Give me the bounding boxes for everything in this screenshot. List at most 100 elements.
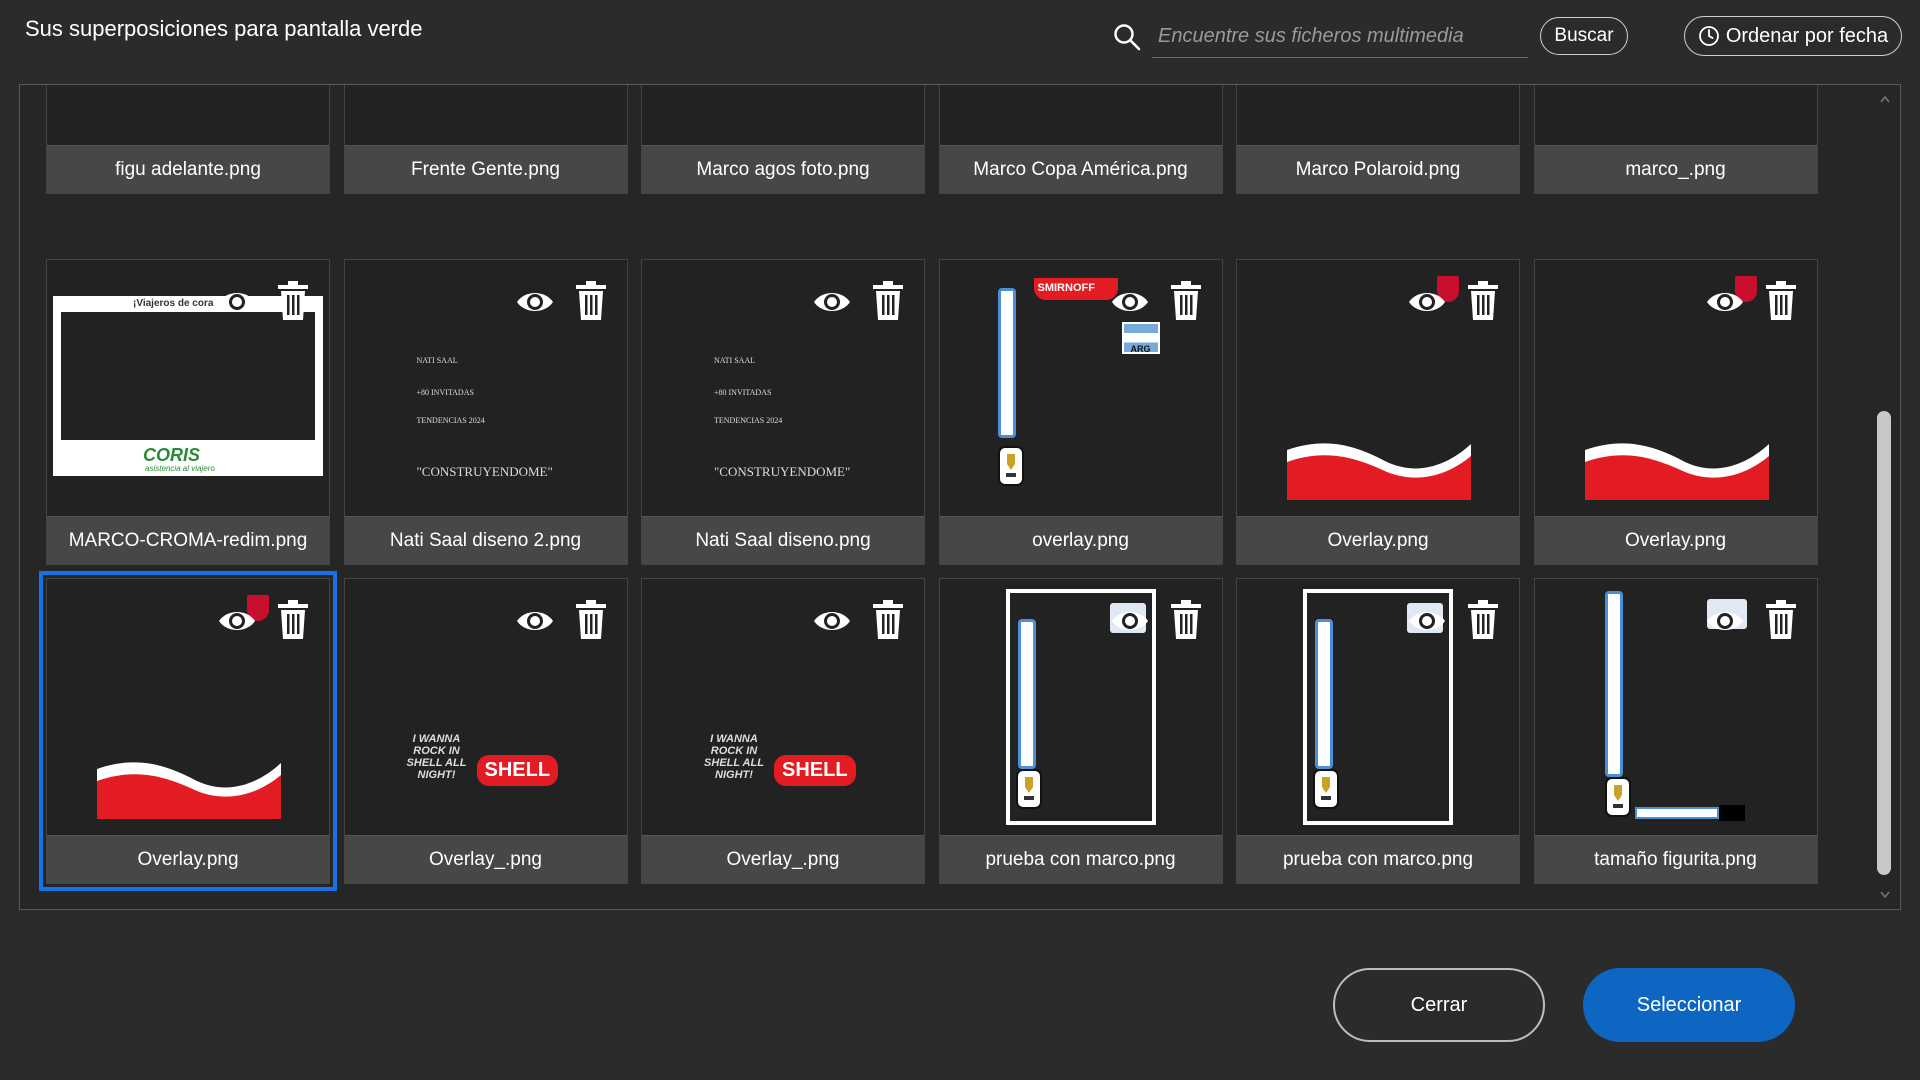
overlay-file-name: Overlay_.png <box>344 835 627 883</box>
overlay-thumbnail[interactable] <box>1237 260 1519 516</box>
delete-trash-icon[interactable] <box>870 280 906 322</box>
preview-eye-icon[interactable] <box>217 282 257 322</box>
overlay-thumbnail[interactable]: I WANNA ROCK IN SHELL ALL NIGHT! SHELL <box>642 579 924 835</box>
delete-trash-icon[interactable] <box>1465 280 1501 322</box>
smirnoff-banner: SMIRNOFF <box>1033 278 1118 300</box>
overlay-card[interactable]: prueba con marco.png <box>938 578 1223 884</box>
preview-eye-icon[interactable] <box>1705 601 1745 641</box>
preview-eye-icon[interactable] <box>812 601 852 641</box>
overlay-gallery[interactable]: figu adelante.png ¡CONOCÉ A LAS CELEBRIDA… <box>19 84 1901 910</box>
overlay-card[interactable]: AGOSTINA GUIRAO Marco agos foto.png <box>641 85 925 194</box>
overlay-card[interactable]: ¡Viajeros de cora CORIS asistencia al viaj… <box>46 259 330 565</box>
fifa-trophy-badge <box>997 446 1024 486</box>
overlay-thumbnail[interactable]: AGOSTINA GUIRAO <box>642 85 924 145</box>
search-field[interactable] <box>1152 16 1528 58</box>
overlay-file-name: Frente Gente.png <box>344 145 627 193</box>
overlay-thumbnail[interactable]: .monks.monks <box>1237 85 1519 145</box>
overlay-file-name: Nati Saal diseno 2.png <box>344 516 627 564</box>
overlay-thumbnail[interactable]: NATI SAAL +80 INVITADAS TENDENCIAS 2024 "CO… <box>344 260 627 516</box>
select-button[interactable]: Seleccionar <box>1583 968 1795 1042</box>
preview-eye-icon[interactable] <box>1110 282 1150 322</box>
delete-trash-icon[interactable] <box>1168 599 1204 641</box>
fifa-trophy-badge <box>1604 777 1631 817</box>
overlay-thumbnail[interactable]: ¡Viajeros de cora CORIS asistencia al viaj… <box>47 260 329 516</box>
overlay-file-name: tamaño figurita.png <box>1534 835 1817 883</box>
overlay-thumbnail[interactable] <box>939 579 1222 835</box>
fifa-trophy-badge <box>1313 769 1339 809</box>
overlay-card[interactable]: SMIRNOFF ARG overlay.png <box>938 259 1223 565</box>
overlay-card[interactable]: I WANNA ROCK IN SHELL ALL NIGHT! SHELL Ov… <box>343 578 628 884</box>
event-text: TENDENCIAS 2024 <box>416 416 485 425</box>
overlay-file-name: Overlay.png <box>1534 516 1817 564</box>
overlay-thumbnail[interactable]: SMIRNOFF ARG <box>939 260 1222 516</box>
shell-logo: SHELL <box>774 755 856 786</box>
delete-trash-icon[interactable] <box>1168 280 1204 322</box>
sort-button-label: Ordenar por fecha <box>1725 24 1889 47</box>
overlay-file-name: Marco Polaroid.png <box>1237 145 1519 193</box>
overlay-card[interactable]: Marco Copa América.png <box>938 85 1223 194</box>
delete-trash-icon[interactable] <box>1465 599 1501 641</box>
overlay-card[interactable]: NATI SAAL +80 INVITADAS TENDENCIAS 2024 "CO… <box>641 259 925 565</box>
arg-flag-badge: ARG <box>1121 322 1160 354</box>
overlay-card[interactable]: prueba con marco.png <box>1236 578 1520 884</box>
overlay-thumbnail[interactable] <box>1237 579 1519 835</box>
overlay-card[interactable]: figu adelante.png <box>46 85 330 194</box>
delete-trash-icon[interactable] <box>275 599 311 641</box>
scroll-up-arrow-icon[interactable] <box>1880 95 1890 103</box>
delete-trash-icon[interactable] <box>573 280 609 322</box>
preview-eye-icon[interactable] <box>1407 282 1447 322</box>
search-icon[interactable] <box>1112 22 1142 52</box>
overlay-card[interactable]: ¡CONOCÉ A LAS CELEBRIDADES VANEDUC 2024!… <box>343 85 628 194</box>
preview-eye-icon[interactable] <box>515 601 555 641</box>
coca-cola-wave <box>1584 443 1769 500</box>
overlay-card[interactable]: CORIS marco_.png <box>1533 85 1818 194</box>
preview-eye-icon[interactable] <box>1705 282 1745 322</box>
overlay-thumbnail[interactable] <box>1534 579 1817 835</box>
overlay-thumbnail[interactable] <box>47 579 329 835</box>
delete-trash-icon[interactable] <box>1763 280 1799 322</box>
overlay-file-name: Marco agos foto.png <box>642 145 924 193</box>
overlay-card[interactable]: I WANNA ROCK IN SHELL ALL NIGHT! SHELL Ov… <box>641 578 925 884</box>
overlay-thumbnail[interactable]: ¡CONOCÉ A LAS CELEBRIDADES VANEDUC 2024! <box>344 85 627 145</box>
overlay-file-name: Overlay.png <box>47 835 329 883</box>
search-input[interactable] <box>1152 16 1528 57</box>
shell-tagline: I WANNA ROCK IN SHELL ALL NIGHT! <box>406 733 467 781</box>
overlay-thumbnail[interactable]: CORIS <box>1534 85 1817 145</box>
preview-eye-icon[interactable] <box>1110 601 1150 641</box>
scrollbar-thumb[interactable] <box>1877 411 1891 875</box>
overlay-thumbnail[interactable]: NATI SAAL +80 INVITADAS TENDENCIAS 2024 "CO… <box>642 260 924 516</box>
overlay-thumbnail[interactable] <box>47 85 329 145</box>
delete-trash-icon[interactable] <box>275 280 311 322</box>
overlay-file-name: Marco Copa América.png <box>939 145 1222 193</box>
preview-eye-icon[interactable] <box>1407 601 1447 641</box>
preview-eye-icon[interactable] <box>217 601 257 641</box>
coca-cola-wave <box>1287 443 1471 500</box>
coris-logo: CORIS <box>143 445 201 465</box>
overlay-card[interactable]: Overlay.png <box>1236 259 1520 565</box>
overlay-file-name: Overlay_.png <box>642 835 924 883</box>
delete-trash-icon[interactable] <box>573 599 609 641</box>
overlay-thumbnail[interactable]: I WANNA ROCK IN SHELL ALL NIGHT! SHELL <box>344 579 627 835</box>
sort-by-date-button[interactable]: Ordenar por fecha <box>1684 16 1902 56</box>
overlay-thumbnail[interactable] <box>1534 260 1817 516</box>
croma-title: ¡Viajeros de cora <box>133 298 214 309</box>
overlay-thumbnail[interactable] <box>939 85 1222 145</box>
close-button[interactable]: Cerrar <box>1333 968 1545 1042</box>
overlay-file-name: MARCO-CROMA-redim.png <box>47 516 329 564</box>
fifa-trophy-badge <box>1015 769 1042 809</box>
overlay-card[interactable]: Overlay.png <box>39 571 337 891</box>
delete-trash-icon[interactable] <box>870 599 906 641</box>
blue-sticker-bar <box>1017 619 1036 769</box>
preview-eye-icon[interactable] <box>812 282 852 322</box>
overlay-file-name: prueba con marco.png <box>1237 835 1519 883</box>
overlay-card[interactable]: .monks.monks Marco Polaroid.png <box>1236 85 1520 194</box>
delete-trash-icon[interactable] <box>1763 599 1799 641</box>
overlay-file-name: prueba con marco.png <box>939 835 1222 883</box>
overlay-card[interactable]: Overlay.png <box>1533 259 1818 565</box>
search-button[interactable]: Buscar <box>1540 17 1628 55</box>
overlay-card[interactable]: NATI SAAL +80 INVITADAS TENDENCIAS 2024 "CO… <box>343 259 628 565</box>
preview-eye-icon[interactable] <box>515 282 555 322</box>
scroll-down-arrow-icon[interactable] <box>1880 891 1890 899</box>
overlay-card[interactable]: tamaño figurita.png <box>1533 578 1818 884</box>
blue-sticker-bar <box>1604 591 1623 777</box>
